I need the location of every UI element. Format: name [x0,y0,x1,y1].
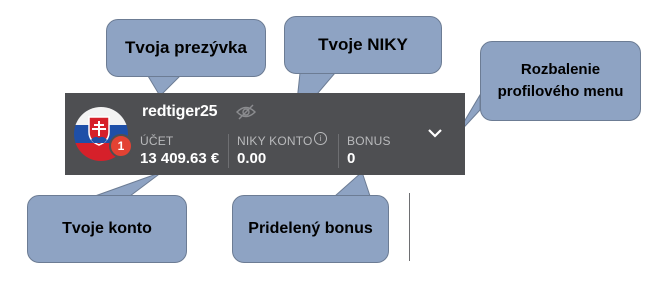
callout-konto-text: Tvoje konto [62,220,152,237]
callout-konto: Tvoje konto [27,195,187,263]
callout-menu: Rozbalenie profilového menu [480,41,641,121]
niky-value: 0.00 [237,150,267,167]
callout-bonus-text: Pridelený bonus [248,220,373,237]
eye-off-icon[interactable] [236,103,256,121]
info-icon[interactable]: i [314,132,327,145]
callout-niky-text: Tvoje NIKY [318,35,408,54]
chevron-down-icon[interactable] [428,128,442,138]
bonus-value: 0 [347,150,356,167]
callout-prezyvka: Tvoja prezývka [106,19,266,77]
account-value: 13 409.63 € [140,150,220,167]
account-label: ÚČET [140,134,174,148]
pointer-konto [94,171,163,197]
notification-badge[interactable]: 1 [109,134,133,158]
divider [228,134,229,168]
callout-menu-line1: Rozbalenie [520,61,601,78]
coat-of-arms-icon [88,116,110,146]
username: redtiger25 [142,103,218,120]
menu-divider [409,193,410,261]
divider [338,134,339,168]
niky-label: NIKY KONTO [237,134,313,148]
bonus-label: BONUS [347,134,391,148]
callout-bonus: Pridelený bonus [232,195,389,263]
callout-niky: Tvoje NIKY [284,16,442,74]
pointer-bonus [333,171,371,197]
callout-prezyvka-text: Tvoja prezývka [125,38,247,57]
callout-menu-line2: profilového menu [497,83,624,100]
